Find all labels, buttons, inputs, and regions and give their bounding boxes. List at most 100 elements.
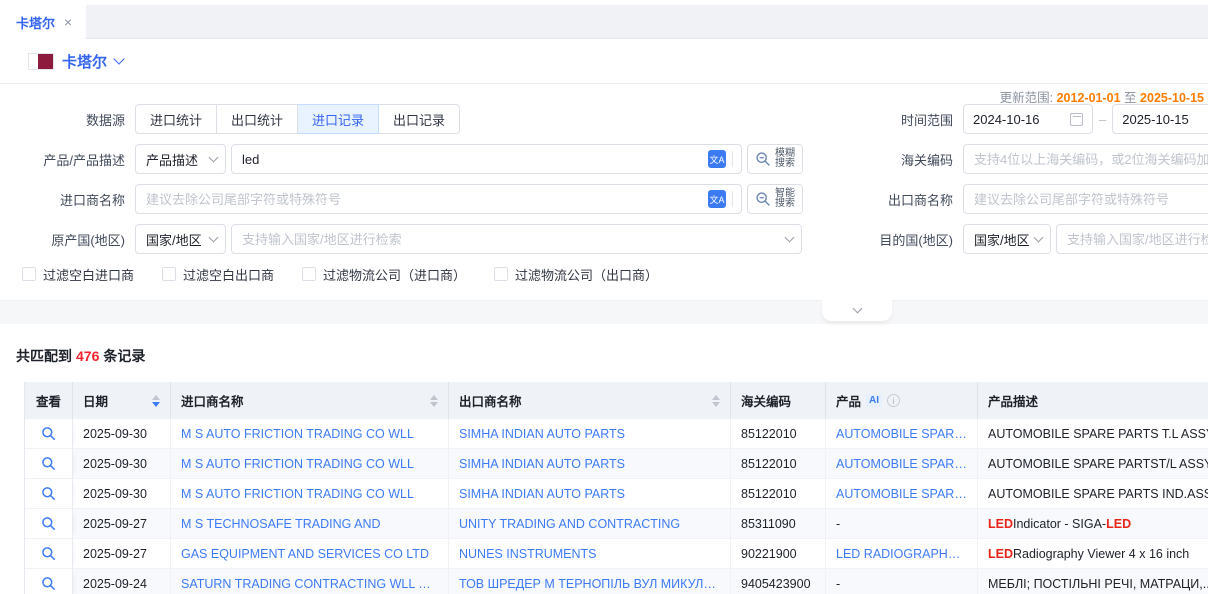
col-header-description: 产品描述 bbox=[978, 382, 1208, 419]
records-table: 查看 日期 进口商名称 出口商名称 海关编码 产品 AI i 产品描述 2025… bbox=[24, 382, 1208, 594]
description-text: AUTOMOBILE SPARE PARTST/L ASSY ... bbox=[988, 457, 1208, 471]
importer-link[interactable]: M S AUTO FRICTION TRADING CO WLL bbox=[181, 427, 414, 441]
update-range-start: 2012-01-01 bbox=[1057, 91, 1121, 105]
checkbox-label: 过滤空白出口商 bbox=[183, 265, 274, 284]
view-record-icon[interactable] bbox=[41, 576, 56, 591]
importer-label: 进口商名称 bbox=[0, 190, 135, 209]
view-record-cell[interactable] bbox=[25, 539, 73, 569]
table-header: 查看 日期 进口商名称 出口商名称 海关编码 产品 AI i 产品描述 bbox=[25, 382, 1208, 419]
origin-country-input-wrap bbox=[231, 224, 802, 254]
chevron-down-icon bbox=[209, 153, 219, 163]
table-row: 2025-09-30 M S AUTO FRICTION TRADING CO W… bbox=[25, 479, 1208, 509]
exporter-input[interactable] bbox=[974, 192, 1208, 207]
filter-checkbox-row: 过滤空白进口商 过滤空白出口商 过滤物流公司（进口商） 过滤物流公司（出口商） bbox=[22, 264, 1208, 284]
exporter-link[interactable]: SIMHA INDIAN AUTO PARTS bbox=[459, 427, 625, 441]
view-record-icon[interactable] bbox=[41, 456, 56, 471]
btn-export-stats[interactable]: 出口统计 bbox=[217, 104, 298, 134]
origin-country-select[interactable]: 国家/地区 bbox=[135, 224, 226, 254]
importer-input[interactable] bbox=[146, 192, 702, 207]
filter-panel: 更新范围: 2012-01-01 至 2025-10-15 数据源 进口统计 出… bbox=[0, 84, 1208, 324]
view-record-icon[interactable] bbox=[41, 516, 56, 531]
checkbox-icon[interactable] bbox=[494, 267, 508, 281]
product-input[interactable] bbox=[242, 152, 702, 167]
collapse-filters-button[interactable] bbox=[822, 300, 892, 321]
importer-link[interactable]: GAS EQUIPMENT AND SERVICES CO LTD bbox=[181, 547, 429, 561]
col-header-importer[interactable]: 进口商名称 bbox=[171, 382, 449, 419]
tab-close-icon[interactable]: × bbox=[64, 15, 72, 29]
translate-icon[interactable]: 文A bbox=[708, 150, 726, 168]
search-minus-icon bbox=[755, 151, 771, 167]
tab-qatar[interactable]: 卡塔尔 × bbox=[0, 5, 86, 39]
info-icon[interactable]: i bbox=[887, 394, 900, 407]
search-minus-icon bbox=[755, 191, 771, 207]
col-header-exporter[interactable]: 出口商名称 bbox=[449, 382, 731, 419]
checkbox-filter-logistics-exporter[interactable]: 过滤物流公司（出口商） bbox=[494, 265, 658, 284]
description-text: МЕБЛІ; ПОСТІЛЬНІ РЕЧІ, МАТРАЦИ,... bbox=[988, 577, 1208, 591]
product-cell: - bbox=[826, 509, 978, 539]
chevron-down-icon[interactable] bbox=[113, 53, 124, 64]
view-record-icon[interactable] bbox=[41, 486, 56, 501]
checkbox-filter-logistics-importer[interactable]: 过滤物流公司（进口商） bbox=[302, 265, 466, 284]
checkbox-filter-blank-importer[interactable]: 过滤空白进口商 bbox=[22, 265, 134, 284]
view-record-cell[interactable] bbox=[25, 419, 73, 449]
date-cell: 2025-09-30 bbox=[73, 479, 171, 509]
exporter-link[interactable]: UNITY TRADING AND CONTRACTING bbox=[459, 517, 680, 531]
dest-country-input[interactable] bbox=[1067, 232, 1208, 247]
importer-link[interactable]: SATURN TRADING CONTRACTING WLL BUI... bbox=[181, 577, 438, 591]
dest-country-label: 目的国(地区) bbox=[875, 230, 963, 249]
date-cell: 2025-09-27 bbox=[73, 509, 171, 539]
checkbox-filter-blank-exporter[interactable]: 过滤空白出口商 bbox=[162, 265, 274, 284]
exporter-label: 出口商名称 bbox=[875, 190, 963, 209]
update-range-label: 更新范围: bbox=[1000, 91, 1053, 105]
exporter-link[interactable]: SIMHA INDIAN AUTO PARTS bbox=[459, 487, 625, 501]
origin-country-input[interactable] bbox=[242, 232, 780, 247]
view-record-cell[interactable] bbox=[25, 479, 73, 509]
table-row: 2025-09-24 SATURN TRADING CONTRACTING WLL… bbox=[25, 569, 1208, 594]
checkbox-icon[interactable] bbox=[162, 267, 176, 281]
date-cell: 2025-09-24 bbox=[73, 569, 171, 594]
exporter-link[interactable]: SIMHA INDIAN AUTO PARTS bbox=[459, 457, 625, 471]
checkbox-icon[interactable] bbox=[22, 267, 36, 281]
product-link[interactable]: LED RADIOGRAPHY VI... bbox=[836, 547, 967, 561]
product-link[interactable]: AUTOMOBILE SPARE P... bbox=[836, 457, 967, 471]
importer-link[interactable]: M S AUTO FRICTION TRADING CO WLL bbox=[181, 487, 414, 501]
view-record-cell[interactable] bbox=[25, 569, 73, 594]
translate-icon[interactable]: 文A bbox=[708, 190, 726, 208]
importer-cell: M S AUTO FRICTION TRADING CO WLL bbox=[171, 479, 449, 509]
btn-import-records[interactable]: 进口记录 bbox=[298, 104, 379, 134]
btn-import-stats[interactable]: 进口统计 bbox=[135, 104, 217, 134]
view-record-cell[interactable] bbox=[25, 449, 73, 479]
sort-icon-importer[interactable] bbox=[430, 395, 438, 407]
sort-icon-exporter[interactable] bbox=[712, 395, 720, 407]
smart-search-button[interactable]: 智能 搜索 bbox=[747, 184, 803, 214]
hs-code-cell: 85311090 bbox=[731, 509, 826, 539]
sort-icon-date[interactable] bbox=[152, 395, 160, 407]
view-record-icon[interactable] bbox=[41, 426, 56, 441]
date-end-input[interactable]: 2025-10-15 bbox=[1112, 104, 1208, 134]
match-suffix: 条记录 bbox=[103, 348, 145, 364]
right-filter-column: 时间范围 2024-10-16 – 2025-10-15 海关编码 出口商名称 bbox=[875, 104, 1208, 264]
time-range-label: 时间范围 bbox=[875, 110, 963, 129]
btn-export-records[interactable]: 出口记录 bbox=[379, 104, 460, 134]
page-title[interactable]: 卡塔尔 bbox=[62, 51, 107, 72]
exporter-link[interactable]: ТОВ ШРЕДЕР М ТЕРНОПІЛЬ ВУЛ МИКУЛИ... bbox=[459, 577, 720, 591]
col-header-date[interactable]: 日期 bbox=[73, 382, 171, 419]
view-record-cell[interactable] bbox=[25, 509, 73, 539]
importer-link[interactable]: M S AUTO FRICTION TRADING CO WLL bbox=[181, 457, 414, 471]
table-row: 2025-09-30M S AUTO FRICTION TRADING CO W… bbox=[25, 419, 1208, 449]
hs-code-input[interactable] bbox=[974, 152, 1208, 167]
product-link[interactable]: AUTOMOBILE SPARE P... bbox=[836, 427, 967, 441]
product-type-select[interactable]: 产品描述 bbox=[135, 144, 226, 174]
checkbox-icon[interactable] bbox=[302, 267, 316, 281]
fuzzy-search-button[interactable]: 模糊 搜索 bbox=[747, 144, 803, 174]
dest-country-select[interactable]: 国家/地区 bbox=[963, 224, 1051, 254]
view-record-icon[interactable] bbox=[41, 546, 56, 561]
date-start-input[interactable]: 2024-10-16 bbox=[963, 104, 1093, 134]
match-count-line: 共匹配到476条记录 bbox=[16, 346, 1208, 366]
exporter-link[interactable]: NUNES INSTRUMENTS bbox=[459, 547, 597, 561]
fuzzy-search-label: 模糊 搜索 bbox=[775, 149, 795, 170]
importer-link[interactable]: M S TECHNOSAFE TRADING AND bbox=[181, 517, 381, 531]
chevron-down-icon bbox=[852, 304, 862, 314]
hs-code-label: 海关编码 bbox=[875, 150, 963, 169]
product-link[interactable]: AUTOMOBILE SPARE P... bbox=[836, 487, 967, 501]
